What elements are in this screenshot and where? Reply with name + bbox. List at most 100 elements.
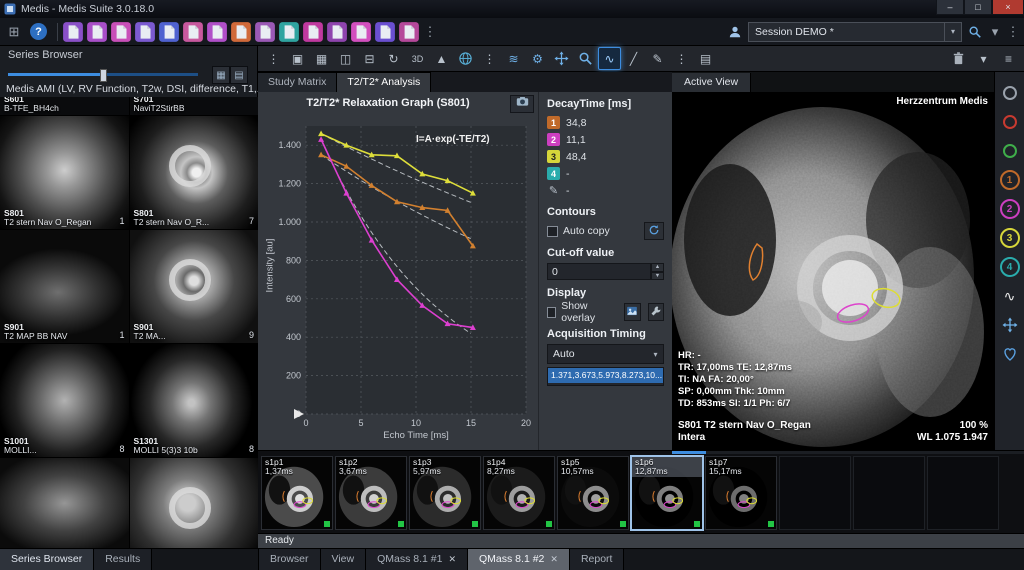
suite-app-6-icon[interactable] <box>182 21 204 43</box>
frame-scrollbar-thumb[interactable] <box>672 451 706 454</box>
suite-app-13-icon[interactable] <box>350 21 372 43</box>
suite-app-10-icon[interactable] <box>278 21 300 43</box>
streamlines-icon[interactable]: ≋ <box>502 47 525 70</box>
close-tab-icon[interactable]: ✕ <box>550 549 558 570</box>
series-thumbnail[interactable]: S1301MOLLI 5(3)3 10b8 <box>130 344 259 457</box>
contour-green-tool[interactable] <box>999 140 1021 162</box>
tab-study-matrix[interactable]: Study Matrix <box>258 72 337 92</box>
study-matrix-icon[interactable]: ▦ <box>310 47 333 70</box>
tab-t2-analysis[interactable]: T2/T2* Analysis <box>337 72 431 92</box>
cardiac-tool[interactable] <box>999 343 1021 365</box>
suite-app-3-icon[interactable] <box>110 21 132 43</box>
decay-row[interactable]: 134,8 <box>547 114 664 131</box>
overflow-menu-icon[interactable]: ≡ <box>997 47 1020 70</box>
relaxation-chart[interactable]: 02004006008001.0001.2001.40005101520I=A·… <box>260 114 536 444</box>
series-thumbnail[interactable] <box>0 458 129 548</box>
series-thumbnail[interactable] <box>130 458 259 548</box>
copy-contours-button[interactable] <box>644 222 664 240</box>
roi-2-tool[interactable]: 2 <box>999 198 1021 220</box>
filmstrip-frame[interactable]: s1p35,97ms <box>409 456 481 530</box>
apps-launcher-icon[interactable]: ⊞ <box>4 21 24 43</box>
filmstrip-view-icon[interactable]: ▤ <box>694 47 717 70</box>
session-menu-caret-icon[interactable]: ▾ <box>988 21 1002 43</box>
suite-app-4-icon[interactable] <box>134 21 156 43</box>
acquisition-list[interactable]: 1.371,3.673,5.973,8.273,10... <box>547 367 664 386</box>
grip-icon[interactable]: ⋮ <box>478 47 501 70</box>
filmstrip-frame[interactable]: s1p23,67ms <box>335 456 407 530</box>
grip-icon[interactable]: ⋮ <box>262 47 285 70</box>
suite-app-5-icon[interactable] <box>158 21 180 43</box>
series-thumbnail[interactable]: S601B-TFE_BH4ch <box>0 97 129 115</box>
grid-view-button[interactable]: ▦ <box>212 66 230 84</box>
auto-copy-checkbox[interactable] <box>547 226 558 237</box>
roi-3-tool[interactable]: 3 <box>999 227 1021 249</box>
filmstrip-frame[interactable]: s1p715,17ms <box>705 456 777 530</box>
tab-active-view[interactable]: Active View <box>672 73 751 92</box>
series-thumbnail[interactable]: S901T2 MA...9 <box>130 230 259 343</box>
workspace-tab-view[interactable]: View <box>321 549 367 570</box>
line-tool-icon[interactable]: ╱ <box>622 47 645 70</box>
search-icon[interactable] <box>966 23 984 41</box>
cone-beam-icon[interactable]: ▲ <box>430 47 453 70</box>
cutoff-input[interactable] <box>547 263 651 280</box>
delete-options-caret-icon[interactable]: ▾ <box>972 47 995 70</box>
user-icon[interactable] <box>726 23 744 41</box>
workspace-tab-report[interactable]: Report <box>570 549 625 570</box>
cutoff-spinner[interactable]: ▲▼ <box>651 263 664 280</box>
frame-scrollbar[interactable] <box>672 451 1024 454</box>
suite-app-1-icon[interactable] <box>62 21 84 43</box>
suite-app-11-icon[interactable] <box>302 21 324 43</box>
filmstrip-frame[interactable]: s1p510,57ms <box>557 456 629 530</box>
image-view-icon[interactable]: ▣ <box>286 47 309 70</box>
rotate-view-icon[interactable]: ↻ <box>382 47 405 70</box>
filmstrip-frame[interactable]: s1p11,37ms <box>261 456 333 530</box>
suite-app-7-icon[interactable] <box>206 21 228 43</box>
workspace-tab-browser[interactable]: Browser <box>259 549 321 570</box>
contour-red-tool[interactable] <box>999 111 1021 133</box>
decay-row[interactable]: 348,4 <box>547 148 664 165</box>
apps-overflow-icon[interactable]: ⋮ <box>420 21 440 43</box>
pencil-tool-icon[interactable]: ✎ <box>646 47 669 70</box>
draw-contour-tool[interactable] <box>999 82 1021 104</box>
roi-4-tool[interactable]: 4 <box>999 256 1021 278</box>
session-combobox[interactable]: Session DEMO * ▾ <box>748 22 962 42</box>
suite-app-15-icon[interactable] <box>398 21 420 43</box>
close-button[interactable]: × <box>992 0 1024 15</box>
suite-app-12-icon[interactable] <box>326 21 348 43</box>
roi-1-tool[interactable]: 1 <box>999 169 1021 191</box>
suite-app-2-icon[interactable] <box>86 21 108 43</box>
series-thumbnail[interactable]: S901T2 MAP BB NAV1 <box>0 230 129 343</box>
decay-row[interactable]: 211,1 <box>547 131 664 148</box>
workspace-tab-qmass-8-1-1[interactable]: QMass 8.1 #1✕ <box>366 549 468 570</box>
pan-tool-icon[interactable] <box>550 47 573 70</box>
delete-tool-icon[interactable] <box>947 47 970 70</box>
series-thumbnail[interactable]: S801T2 stern Nav O_Regan1 <box>0 116 129 229</box>
help-icon[interactable]: ? <box>30 23 47 40</box>
layout-rows-icon[interactable]: ⊟ <box>358 47 381 70</box>
filmstrip-frame[interactable]: s1p612,87ms <box>631 456 703 530</box>
kebab-menu-icon[interactable]: ⋮ <box>1006 21 1020 43</box>
overlay-style-button[interactable] <box>624 303 641 321</box>
active-viewport[interactable]: Herzzentrum Medis HR: -TR: 17,00ms TE: 1… <box>672 92 994 450</box>
left-tab-results[interactable]: Results <box>94 549 152 570</box>
series-thumbnail[interactable]: S801T2 stern Nav O_R...7 <box>130 116 259 229</box>
show-overlay-checkbox[interactable] <box>547 307 556 318</box>
suite-app-8-icon[interactable] <box>230 21 252 43</box>
acquisition-list-item[interactable]: 1.371,3.673,5.973,8.273,10... <box>548 368 663 383</box>
snapshot-button[interactable] <box>510 95 534 113</box>
minimize-button[interactable]: – <box>936 0 964 15</box>
workspace-tab-qmass-8-1-2[interactable]: QMass 8.1 #2✕ <box>468 549 570 570</box>
filmstrip-frame[interactable]: s1p48,27ms <box>483 456 555 530</box>
slider-handle[interactable] <box>100 69 107 82</box>
zoom-tool-icon[interactable] <box>574 47 597 70</box>
grip-icon[interactable]: ⋮ <box>670 47 693 70</box>
series-thumbnail[interactable]: S701NaviT2StirBB <box>130 97 259 115</box>
layout-columns-icon[interactable]: ◫ <box>334 47 357 70</box>
acquisition-mode-select[interactable]: Auto ▾ <box>547 344 664 364</box>
freehand-tool[interactable]: ∿ <box>999 285 1021 307</box>
suite-app-9-icon[interactable] <box>254 21 276 43</box>
maximize-button[interactable]: □ <box>964 0 992 15</box>
series-thumbnail[interactable]: S1001MOLLI...8 <box>0 344 129 457</box>
suite-app-14-icon[interactable] <box>374 21 396 43</box>
close-tab-icon[interactable]: ✕ <box>448 549 456 570</box>
